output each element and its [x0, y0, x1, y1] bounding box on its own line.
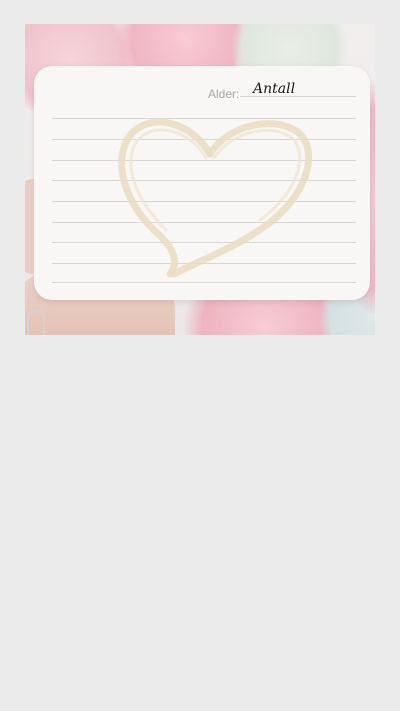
- ring: [27, 310, 45, 335]
- ruled-line: [52, 282, 356, 283]
- quantity-value: Antall: [253, 81, 296, 97]
- age-label: Alder:: [208, 87, 240, 101]
- recipe-card: Alder: Antall: [34, 66, 370, 300]
- ruled-line: [240, 96, 356, 97]
- heart-icon: [118, 118, 312, 278]
